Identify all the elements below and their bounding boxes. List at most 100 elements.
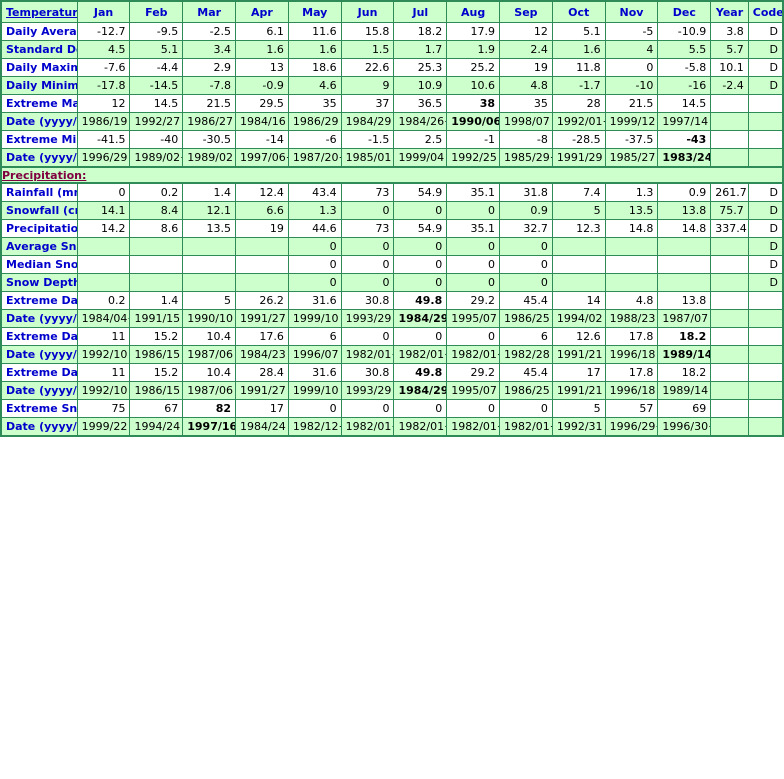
cell-extreme-snow-depth-feb: 67: [129, 399, 184, 418]
cell-extreme-minimum-date-dec: 1983/24: [657, 148, 712, 168]
cell-extreme-daily-snowfall-date-apr: 1984/23: [235, 345, 289, 364]
cell-median-snow-depth-aug: 0: [446, 255, 501, 274]
cell-snow-depth-month-end-jun: 0: [340, 273, 395, 292]
cell-median-snow-depth-mar: [182, 255, 237, 274]
cell-rainfall-code: D: [747, 182, 784, 202]
cell-extreme-daily-snowfall-may: 6: [287, 327, 342, 346]
cell-daily-maximum-oct: 11.8: [551, 58, 606, 77]
cell-rainfall-jun: 73: [340, 182, 395, 202]
cell-standard-deviation-sep: 2.4: [499, 40, 553, 59]
cell-extreme-daily-snowfall-nov: 17.8: [604, 327, 659, 346]
cell-average-snow-depth-nov: [604, 237, 659, 256]
cell-extreme-daily-snowfall-mar: 10.4: [182, 327, 237, 346]
cell-rainfall-sep: 31.8: [499, 182, 553, 202]
cell-extreme-daily-precipitation-date-jan: 1992/10: [76, 381, 131, 400]
row-label-extreme-maximum-date: Date (yyyy/dd): [0, 112, 78, 131]
cell-extreme-maximum-date-aug: 1990/06: [446, 112, 501, 131]
cell-precipitation-may: 44.6: [287, 219, 342, 238]
cell-average-snow-depth-jun: 0: [340, 237, 395, 256]
column-header-oct: Oct: [551, 0, 606, 23]
cell-extreme-maximum-date-jul: 1984/26+: [393, 112, 448, 131]
cell-extreme-daily-rainfall-date-mar: 1990/10: [182, 309, 237, 328]
cell-daily-average-mar: -2.5: [182, 22, 237, 41]
cell-daily-average-jul: 18.2: [393, 22, 448, 41]
cell-extreme-daily-rainfall-jun: 30.8: [340, 291, 395, 310]
table-body: Temperature:JanFebMarAprMayJunJulAugSepO…: [0, 0, 784, 437]
cell-extreme-maximum-date-nov: 1999/12: [604, 112, 659, 131]
cell-median-snow-depth-jun: 0: [340, 255, 395, 274]
cell-extreme-daily-snowfall-date-jun: 1982/01+: [340, 345, 395, 364]
cell-extreme-maximum-date-feb: 1992/27: [129, 112, 184, 131]
cell-extreme-maximum-date-mar: 1986/27: [182, 112, 237, 131]
cell-extreme-daily-rainfall-may: 31.6: [287, 291, 342, 310]
cell-average-snow-depth-dec: [657, 237, 712, 256]
table-row: Standard Deviation4.55.13.41.61.61.51.71…: [0, 40, 784, 59]
section-band-precipitation: Precipitation:: [0, 166, 784, 184]
cell-standard-deviation-jun: 1.5: [340, 40, 395, 59]
cell-extreme-minimum-aug: -1: [446, 130, 501, 149]
cell-extreme-maximum-jan: 12: [76, 94, 131, 113]
row-label-daily-average: Daily Average (°C): [0, 22, 78, 41]
cell-extreme-daily-snowfall-date-sep: 1982/28: [499, 345, 553, 364]
cell-daily-minimum-may: 4.6: [287, 76, 342, 95]
cell-extreme-snow-depth-date-jul: 1982/01+: [393, 417, 448, 437]
cell-extreme-maximum-date-may: 1986/29: [287, 112, 342, 131]
cell-average-snow-depth-may: 0: [287, 237, 342, 256]
cell-extreme-maximum-oct: 28: [551, 94, 606, 113]
cell-extreme-daily-snowfall-jan: 11: [76, 327, 131, 346]
cell-extreme-daily-rainfall-date-aug: 1995/07: [446, 309, 501, 328]
cell-extreme-maximum-mar: 21.5: [182, 94, 237, 113]
cell-rainfall-jul: 54.9: [393, 182, 448, 202]
column-header-dec: Dec: [657, 0, 712, 23]
table-row: Date (yyyy/dd)1984/04+1991/151990/101991…: [0, 309, 784, 328]
table-row: Daily Minimum (°C)-17.8-14.5-7.8-0.94.69…: [0, 76, 784, 95]
table-row: Extreme Snow Depth (cm)75678217000005576…: [0, 399, 784, 418]
cell-daily-average-jun: 15.8: [340, 22, 395, 41]
column-header-feb: Feb: [129, 0, 184, 23]
cell-snow-depth-month-end-jan: [76, 273, 131, 292]
cell-precipitation-year: 337.4: [710, 219, 749, 238]
row-label-extreme-daily-rainfall-date: Date (yyyy/dd): [0, 309, 78, 328]
cell-daily-maximum-code: D: [747, 58, 784, 77]
column-header-may: May: [287, 0, 342, 23]
cell-extreme-maximum-date-jun: 1984/29: [340, 112, 395, 131]
cell-extreme-minimum-nov: -37.5: [604, 130, 659, 149]
cell-snow-depth-month-end-nov: [604, 273, 659, 292]
cell-extreme-daily-precipitation-date-nov: 1996/18: [604, 381, 659, 400]
cell-extreme-snow-depth-date-dec: 1996/30+: [657, 417, 712, 437]
cell-snow-depth-month-end-aug: 0: [446, 273, 501, 292]
cell-extreme-minimum-date-mar: 1989/02: [182, 148, 237, 168]
cell-extreme-maximum-date-jan: 1986/19: [76, 112, 131, 131]
cell-daily-minimum-jan: -17.8: [76, 76, 131, 95]
cell-snowfall-code: D: [747, 201, 784, 220]
cell-snowfall-aug: 0: [446, 201, 501, 220]
cell-extreme-snow-depth-mar: 82: [182, 399, 237, 418]
cell-extreme-maximum-jul: 36.5: [393, 94, 448, 113]
cell-daily-minimum-apr: -0.9: [235, 76, 289, 95]
cell-extreme-minimum-feb: -40: [129, 130, 184, 149]
cell-daily-average-apr: 6.1: [235, 22, 289, 41]
cell-extreme-minimum-date-may: 1987/20+: [287, 148, 342, 168]
cell-daily-maximum-dec: -5.8: [657, 58, 712, 77]
climate-data-table: Temperature:JanFebMarAprMayJunJulAugSepO…: [0, 0, 784, 437]
cell-extreme-daily-precipitation-sep: 45.4: [499, 363, 553, 382]
table-row: Median Snow Depth (cm)00000D: [0, 255, 784, 274]
cell-daily-minimum-oct: -1.7: [551, 76, 606, 95]
cell-standard-deviation-aug: 1.9: [446, 40, 501, 59]
row-label-extreme-daily-snowfall-date: Date (yyyy/dd): [0, 345, 78, 364]
table-row: Date (yyyy/dd)1996/291989/02+1989/021997…: [0, 148, 784, 168]
cell-extreme-minimum-jan: -41.5: [76, 130, 131, 149]
cell-extreme-daily-precipitation-date-jul: 1984/29: [393, 381, 448, 400]
cell-extreme-minimum-date-code: [747, 148, 784, 168]
cell-extreme-daily-rainfall-date-jan: 1984/04+: [76, 309, 131, 328]
cell-extreme-daily-precipitation-year: [710, 363, 749, 382]
cell-extreme-daily-snowfall-date-aug: 1982/01+: [446, 345, 501, 364]
cell-extreme-minimum-oct: -28.5: [551, 130, 606, 149]
cell-extreme-minimum-sep: -8: [499, 130, 553, 149]
cell-standard-deviation-dec: 5.5: [657, 40, 712, 59]
cell-precipitation-mar: 13.5: [182, 219, 237, 238]
section-title-temperature: Temperature:: [0, 0, 78, 23]
cell-extreme-snow-depth-oct: 5: [551, 399, 606, 418]
cell-extreme-daily-snowfall-date-mar: 1987/06: [182, 345, 237, 364]
cell-extreme-maximum-nov: 21.5: [604, 94, 659, 113]
